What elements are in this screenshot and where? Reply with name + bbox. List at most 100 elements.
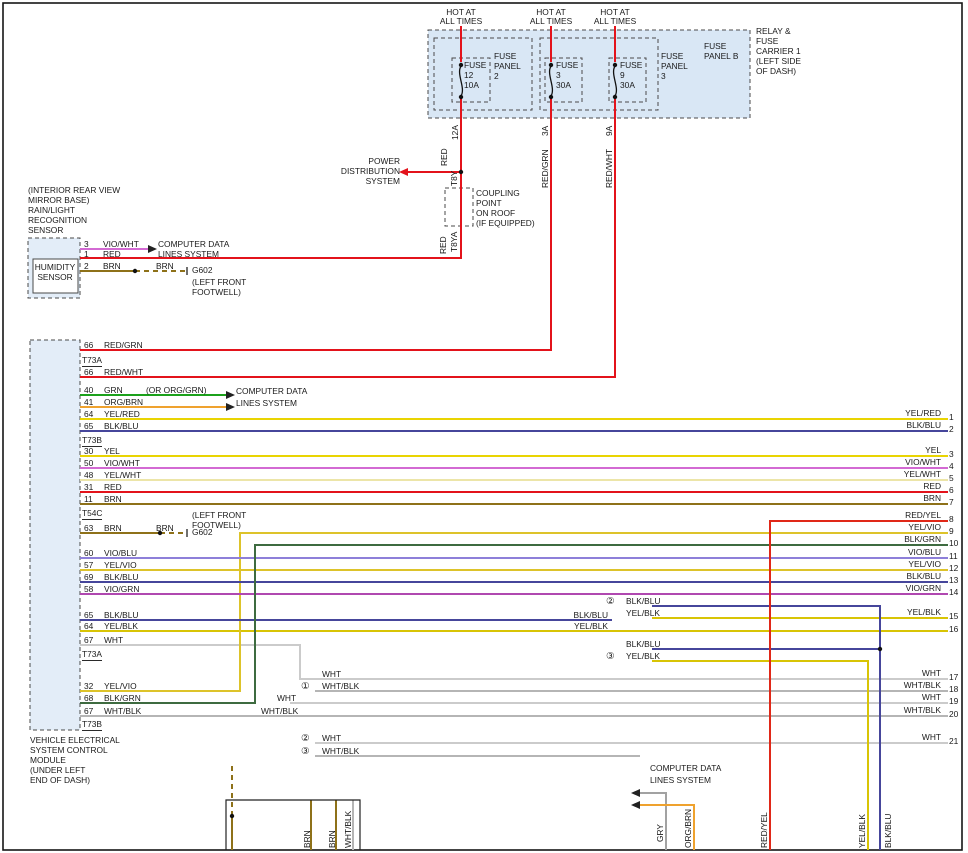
label-wht: WHT — [922, 693, 941, 702]
label-red: RED — [923, 482, 941, 491]
junction-dot — [133, 269, 137, 273]
label-blk-blu: BLK/BLU — [104, 611, 138, 620]
label-fuse: FUSE — [494, 52, 516, 61]
label-brn: BRN — [156, 524, 174, 533]
label-wht-blk: WHT/BLK — [904, 681, 941, 690]
label-3: 3 — [556, 71, 561, 80]
label-of-dash: OF DASH) — [756, 67, 796, 76]
label-65: 65 — [84, 422, 93, 431]
label-: ③ — [606, 652, 615, 662]
label-blk-blu: BLK/BLU — [104, 422, 138, 431]
label-brn: BRN — [104, 524, 122, 533]
label-blk-blu: BLK/BLU — [626, 597, 660, 606]
label-wht: WHT — [922, 669, 941, 678]
label-lines-system: LINES SYSTEM — [158, 250, 219, 259]
label-distribution: DISTRIBUTION — [341, 167, 400, 176]
label-left-front: (LEFT FRONT — [192, 278, 246, 287]
label-blk-grn: BLK/GRN — [904, 535, 941, 544]
label-red: RED — [439, 236, 448, 254]
label-vio-grn: VIO/GRN — [906, 584, 941, 593]
label-68: 68 — [84, 694, 93, 703]
label-yel-vio: YEL/VIO — [104, 561, 137, 570]
label-2: 2 — [949, 425, 954, 434]
label-66: 66 — [84, 368, 93, 377]
label-fuse: FUSE — [704, 42, 726, 51]
label-if-equipped: (IF EQUIPPED) — [476, 219, 535, 228]
label-12: 12 — [949, 564, 958, 573]
label-12a: 12A — [451, 125, 460, 140]
label-50: 50 — [84, 459, 93, 468]
label-on-roof: ON ROOF — [476, 209, 515, 218]
label-brn: BRN — [328, 830, 337, 848]
label-: ③ — [301, 747, 310, 757]
label-18: 18 — [949, 685, 958, 694]
label-11: 11 — [84, 495, 93, 504]
label-vio-blu: VIO/BLU — [908, 548, 941, 557]
label-14: 14 — [949, 588, 958, 597]
label-wht-blk: WHT/BLK — [322, 747, 359, 756]
label-system: SYSTEM — [366, 177, 400, 186]
wiring-diagram: HOT ATALL TIMESHOT ATALL TIMESHOT ATALL … — [0, 0, 968, 853]
label-blk-blu: BLK/BLU — [907, 572, 941, 581]
label-4: 4 — [949, 462, 954, 471]
label-brn: BRN — [923, 494, 941, 503]
label-t54c: T54C — [82, 509, 102, 520]
label-vio-wht: VIO/WHT — [905, 458, 941, 467]
label-9: 9 — [620, 71, 625, 80]
label-: ① — [301, 682, 310, 692]
label-org-brn: ORG/BRN — [104, 398, 143, 407]
label-blk-grn: BLK/GRN — [104, 694, 141, 703]
label-yel-blk: YEL/BLK — [858, 814, 867, 848]
label-: ② — [606, 597, 615, 607]
label-under-left: (UNDER LEFT — [30, 766, 85, 775]
label-64: 64 — [84, 622, 93, 631]
label-fuse: FUSE — [556, 61, 578, 70]
label-yel: YEL — [104, 447, 120, 456]
label-13: 13 — [949, 576, 958, 585]
label-coupling: COUPLING — [476, 189, 520, 198]
junction-dot — [549, 63, 553, 67]
label-11: 11 — [949, 552, 958, 561]
label-red-wht: RED/WHT — [104, 368, 143, 377]
fuse-carrier-box — [428, 30, 750, 118]
label-yel-blk: YEL/BLK — [626, 609, 660, 618]
junction-dot — [613, 95, 617, 99]
label-58: 58 — [84, 585, 93, 594]
label-yel-wht: YEL/WHT — [104, 471, 141, 480]
label-67: 67 — [84, 707, 93, 716]
label-9a: 9A — [605, 126, 614, 136]
arrow-right-icon — [226, 391, 235, 399]
label-brn: BRN — [104, 495, 122, 504]
label-or-org-grn: (OR ORG/GRN) — [146, 386, 206, 395]
label-computer-data: COMPUTER DATA — [236, 387, 307, 396]
label-3: 3 — [84, 240, 89, 249]
label-3: 3 — [661, 72, 666, 81]
arrow-right-icon — [226, 403, 235, 411]
label-blk-blu: BLK/BLU — [884, 814, 893, 848]
label-brn: BRN — [156, 262, 174, 271]
label-t8y: T8Y — [450, 171, 459, 186]
wire-blk — [226, 800, 360, 850]
label-sensor: SENSOR — [28, 226, 63, 235]
label-wht: WHT — [277, 694, 296, 703]
label-32: 32 — [84, 682, 93, 691]
label-40: 40 — [84, 386, 93, 395]
label-left-side: (LEFT SIDE — [756, 57, 801, 66]
label-g602: G602 — [192, 266, 213, 275]
label-blk-blu: BLK/BLU — [907, 421, 941, 430]
label-vio-grn: VIO/GRN — [104, 585, 139, 594]
junction-dot — [459, 170, 463, 174]
label-wht: WHT — [322, 670, 341, 679]
label-fuse: FUSE — [464, 61, 486, 70]
label-red-yel: RED/YEL — [905, 511, 941, 520]
label-all-times: ALL TIMES — [440, 17, 482, 26]
label-20: 20 — [949, 710, 958, 719]
junction-dot — [230, 814, 234, 818]
label-69: 69 — [84, 573, 93, 582]
label-8: 8 — [949, 515, 954, 524]
label-blk-blu: BLK/BLU — [626, 640, 660, 649]
label-red-grn: RED/GRN — [104, 341, 143, 350]
label-65: 65 — [84, 611, 93, 620]
label-grn: GRN — [104, 386, 123, 395]
label-3a: 3A — [541, 126, 550, 136]
